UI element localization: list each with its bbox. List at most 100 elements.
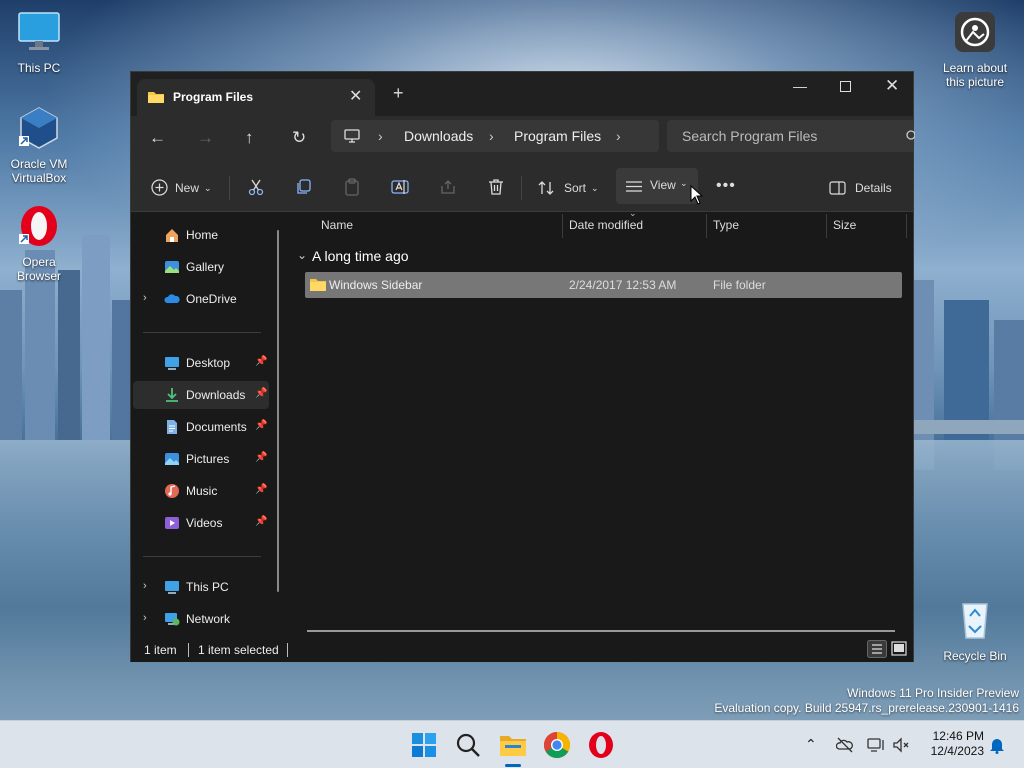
sidebar-item-network[interactable]: › Network [133, 605, 269, 633]
rename-icon[interactable] [391, 178, 409, 196]
watermark-line-1: Windows 11 Pro Insider Preview [847, 686, 1019, 700]
close-window-icon[interactable]: ✕ [885, 76, 899, 96]
sidebar-item-home[interactable]: Home [133, 221, 269, 249]
chevron-up-icon[interactable]: ⌃ [805, 736, 823, 754]
horizontal-scrollbar[interactable] [307, 630, 895, 632]
sidebar-item-pictures[interactable]: Pictures 📌 [133, 445, 269, 473]
new-tab-icon[interactable]: + [393, 83, 404, 104]
search-icon[interactable] [452, 729, 484, 761]
sidebar-scrollbar[interactable] [277, 230, 279, 592]
sidebar-item-label: Music [186, 484, 218, 498]
navigation-pane: Home Gallery › OneDrive Desktop 📌 Downlo… [131, 212, 281, 637]
tab-program-files[interactable]: Program Files ✕ [137, 79, 375, 116]
sidebar-item-label: OneDrive [186, 292, 237, 306]
desktop-icon-recycle-bin[interactable]: Recycle Bin [940, 598, 1010, 663]
sidebar-item-label: Pictures [186, 452, 230, 466]
sidebar-item-desktop[interactable]: Desktop 📌 [133, 349, 269, 377]
sidebar-item-documents[interactable]: Documents 📌 [133, 413, 269, 441]
breadcrumb-program-files[interactable]: Program Files [514, 128, 601, 144]
maximize-icon[interactable] [840, 81, 851, 92]
sidebar-item-videos[interactable]: Videos 📌 [133, 509, 269, 537]
start-icon[interactable] [408, 729, 440, 761]
sidebar-item-this-pc[interactable]: › This PC [133, 573, 269, 601]
title-bar[interactable]: Program Files ✕ + — ✕ [131, 72, 913, 116]
notification-bell-icon[interactable] [988, 736, 1006, 754]
view-button[interactable]: View ⌄ [616, 168, 698, 204]
file-explorer-window[interactable]: Program Files ✕ + — ✕ ← → ↑ ↻ › Download… [130, 71, 915, 662]
navigation-bar: ← → ↑ ↻ › Downloads › Program Files › Se… [131, 116, 915, 164]
search-icon[interactable] [905, 130, 915, 142]
refresh-icon[interactable]: ↻ [292, 128, 306, 148]
sidebar-item-downloads[interactable]: Downloads 📌 [133, 381, 269, 409]
column-divider[interactable] [906, 214, 907, 238]
large-icons-view-icon[interactable] [891, 641, 907, 657]
list-view-icon [626, 181, 642, 192]
desktop-icon-label: Recycle Bin [943, 649, 1007, 663]
pin-icon[interactable]: 📌 [255, 420, 267, 431]
cell-name: Windows Sidebar [329, 278, 423, 292]
search-box[interactable]: Search Program Files [667, 120, 915, 152]
monitor-icon [18, 12, 60, 50]
watermark-line-2: Evaluation copy. Build 25947.rs_prerelea… [714, 701, 1019, 715]
copy-icon[interactable] [295, 178, 313, 196]
onedrive-offline-icon[interactable] [836, 736, 854, 754]
share-icon[interactable] [439, 178, 457, 196]
chevron-right-icon[interactable]: › [489, 128, 494, 144]
chevron-right-icon[interactable]: › [378, 128, 383, 144]
home-icon [166, 229, 178, 242]
cut-icon[interactable] [247, 178, 265, 196]
column-header-name[interactable]: Name [321, 218, 353, 232]
volume-muted-icon[interactable] [892, 736, 910, 754]
forward-icon[interactable]: → [197, 128, 214, 148]
more-options-icon[interactable]: ••• [716, 175, 736, 197]
sidebar-item-gallery[interactable]: Gallery [133, 253, 269, 281]
file-list[interactable]: Name ⌄ Date modified Type Size ⌄ A long … [289, 208, 913, 637]
sidebar-item-onedrive[interactable]: › OneDrive [133, 285, 269, 313]
paste-icon[interactable] [343, 178, 361, 196]
close-tab-icon[interactable]: ✕ [349, 86, 362, 106]
desktop-icon-learn-picture[interactable]: Learn about this picture [940, 10, 1010, 89]
pin-icon[interactable]: 📌 [255, 484, 267, 495]
desktop-icon-virtualbox[interactable]: Oracle VM VirtualBox [4, 106, 74, 185]
video-icon [165, 517, 179, 529]
opera-icon[interactable] [585, 729, 617, 761]
pin-icon[interactable]: 📌 [255, 388, 267, 399]
chevron-right-icon[interactable]: › [143, 612, 147, 624]
chevron-down-icon[interactable]: ⌄ [297, 248, 307, 262]
column-header-size[interactable]: Size [833, 218, 856, 232]
group-header[interactable]: A long time ago [312, 248, 409, 264]
pin-icon[interactable]: 📌 [255, 356, 267, 367]
chevron-right-icon[interactable]: › [616, 128, 621, 144]
column-header-date-modified[interactable]: Date modified [569, 218, 643, 232]
sort-icon [538, 181, 554, 195]
desktop-icon-this-pc[interactable]: This PC [4, 10, 74, 75]
delete-icon[interactable] [487, 178, 505, 196]
system-clock[interactable]: 12:46 PM 12/4/2023 [920, 729, 984, 759]
breadcrumb-downloads[interactable]: Downloads [404, 128, 473, 144]
sidebar-item-label: Videos [186, 516, 223, 530]
chrome-icon[interactable] [541, 729, 573, 761]
minimize-icon[interactable]: — [793, 78, 807, 94]
sidebar-item-music[interactable]: Music 📌 [133, 477, 269, 505]
network-status-icon[interactable] [867, 736, 885, 754]
selected-count: 1 item selected [198, 643, 279, 657]
chevron-right-icon[interactable]: › [143, 292, 147, 304]
file-explorer-icon[interactable] [497, 729, 529, 761]
column-header-type[interactable]: Type [713, 218, 739, 232]
chevron-right-icon[interactable]: › [143, 580, 147, 592]
pin-icon[interactable]: 📌 [255, 516, 267, 527]
desktop-icon-label: Opera Browser [16, 255, 61, 283]
column-divider[interactable] [562, 214, 563, 238]
details-view-icon[interactable] [867, 640, 887, 658]
column-divider[interactable] [706, 214, 707, 238]
pin-icon[interactable]: 📌 [255, 452, 267, 463]
back-icon[interactable]: ← [149, 128, 166, 148]
desktop-icon-opera[interactable]: Opera Browser [4, 204, 74, 283]
toolbar-divider [521, 176, 522, 200]
column-divider[interactable] [826, 214, 827, 238]
pictures-icon [165, 453, 179, 465]
up-icon[interactable]: ↑ [245, 128, 254, 148]
address-bar[interactable]: › Downloads › Program Files › [331, 120, 659, 152]
search-input[interactable]: Search Program Files [682, 128, 817, 144]
table-row[interactable]: Windows Sidebar 2/24/2017 12:53 AM File … [305, 272, 902, 298]
